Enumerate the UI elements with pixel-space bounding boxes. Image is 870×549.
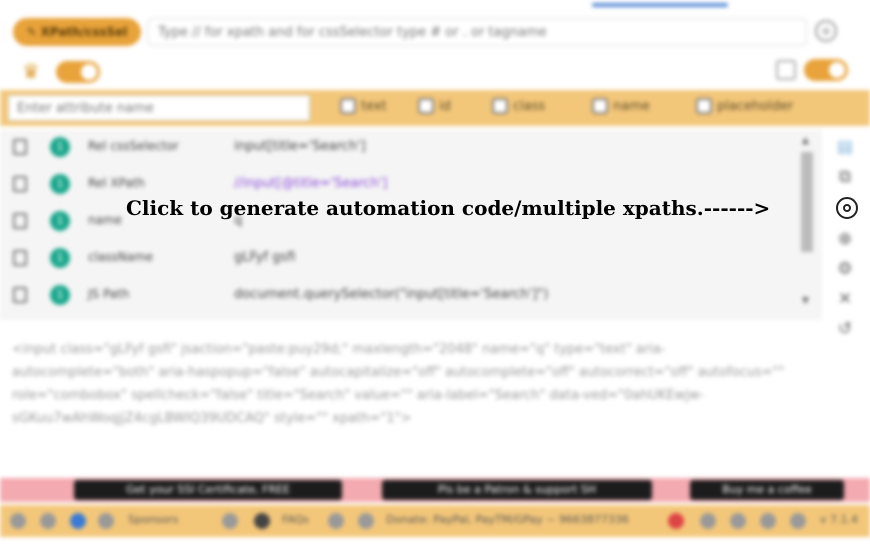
copy-icon[interactable] [13,287,27,303]
table-row: 1 className gLFyf gsfi [0,241,800,277]
footer-icon[interactable] [700,513,716,529]
selector-results-table: 1 Rel cssSelector input[title='Search'] … [0,130,822,320]
active-tab-indicator [592,3,728,7]
table-row: 1 JS Path document.querySelector("input[… [0,278,800,314]
checkbox-name[interactable]: name [592,98,650,114]
copy-icon[interactable] [13,250,27,266]
row-value[interactable]: input[title='Search'] [234,139,366,154]
pencil-icon: ✎ [26,25,37,39]
checkbox-placeholder[interactable]: placeholder [696,98,793,114]
row-value[interactable]: //input[@title='Search'] [234,176,387,191]
match-count-badge: 1 [50,248,70,268]
row-value[interactable]: gLFyf gsfi [234,250,295,265]
footer-icon[interactable] [790,513,806,529]
match-count-badge: 1 [50,285,70,305]
copy-icon[interactable] [13,213,27,229]
footer-icon[interactable] [358,513,374,529]
row-label: Rel XPath [88,176,145,190]
scroll-down-icon[interactable]: ▼ [802,296,809,306]
donate-text[interactable]: Donate: PayPal, PayTM/GPay ~ 9663877336 [386,513,629,526]
checkbox-id[interactable]: id [418,98,451,114]
app-panel: ✎ XPath/cssSel + ♛ text id class name pl… [0,0,870,549]
sponsors-link[interactable]: Sponsors [128,513,178,526]
main-toggle[interactable] [56,61,100,83]
promo-banner: Get your SSI Certificate, FREE Pls be a … [0,478,870,502]
checkbox-icon[interactable] [418,98,434,114]
checkbox-icon[interactable] [492,98,508,114]
checkbox-icon[interactable] [696,98,712,114]
collapse-icon[interactable]: ✕ [834,288,856,310]
row-label: className [88,250,154,264]
footer-icon[interactable] [328,513,344,529]
xpath-mode-label: XPath/cssSel [40,25,128,39]
row-label: JS Path [88,287,130,301]
scrollbar-thumb[interactable] [801,152,813,252]
faqs-link[interactable]: FAQs [282,513,309,526]
plus-icon[interactable]: + [815,20,837,42]
window-icon[interactable] [776,60,796,80]
table-row: 1 Rel cssSelector input[title='Search'] [0,130,800,166]
copy-icon[interactable] [13,176,27,192]
tooltip-callout: Click to generate automation code/multip… [126,196,771,220]
results-scrollbar[interactable]: ▲ ▼ [800,136,814,312]
selectorshub-logo-icon: ♛ [22,59,40,83]
patron-link[interactable]: Pls be a Patron & support SH [382,480,652,500]
footer-icon[interactable] [222,513,238,529]
settings-icon[interactable]: ⚙ [834,258,856,280]
scroll-up-icon[interactable]: ▲ [802,136,809,146]
chrome-icon[interactable] [70,513,86,529]
ssl-certificate-link[interactable]: Get your SSI Certificate, FREE [74,480,342,500]
secondary-toggle[interactable] [804,59,848,81]
footer-icon[interactable] [760,513,776,529]
footer-icon[interactable] [730,513,746,529]
row-label: Rel cssSelector [88,139,179,153]
checkbox-icon[interactable] [592,98,608,114]
copy-stack-icon[interactable]: ⧉ [834,166,856,188]
match-count-badge: 1 [50,174,70,194]
version-text: v 7.1.4 [820,513,858,526]
row-value[interactable]: document.querySelector("input[title='Sea… [234,287,548,302]
row-label: name [88,213,123,227]
header-row: ✎ XPath/cssSel + [0,14,870,52]
attribute-name-input[interactable] [8,95,310,121]
attribute-bar: text id class name placeholder [0,90,870,126]
footer-icon[interactable] [10,513,26,529]
footer-bar: Sponsors FAQs Donate: PayPal, PayTM/GPay… [0,505,870,537]
element-html-output: <input class="gLFyf gsfi" jsaction="past… [12,342,785,426]
footer-icon[interactable] [668,513,684,529]
match-count-badge: 1 [50,211,70,231]
checkbox-text[interactable]: text [340,98,387,114]
copy-icon[interactable] [13,139,27,155]
match-count-badge: 1 [50,137,70,157]
selector-search-input[interactable] [147,18,807,46]
footer-icon[interactable] [40,513,56,529]
crosshair-icon[interactable]: ⊕ [834,228,856,250]
checkbox-icon[interactable] [340,98,356,114]
buy-coffee-link[interactable]: Buy me a coffee [690,480,844,500]
xpath-mode-button[interactable]: ✎ XPath/cssSel [13,18,141,46]
checkbox-class[interactable]: class [492,98,545,114]
document-icon[interactable]: ▤ [834,136,856,158]
footer-icon[interactable] [254,513,270,529]
history-icon[interactable]: ↺ [834,318,856,340]
footer-icon[interactable] [98,513,114,529]
toolbar-row: ♛ [0,56,870,88]
automation-code-icon[interactable] [836,197,858,219]
